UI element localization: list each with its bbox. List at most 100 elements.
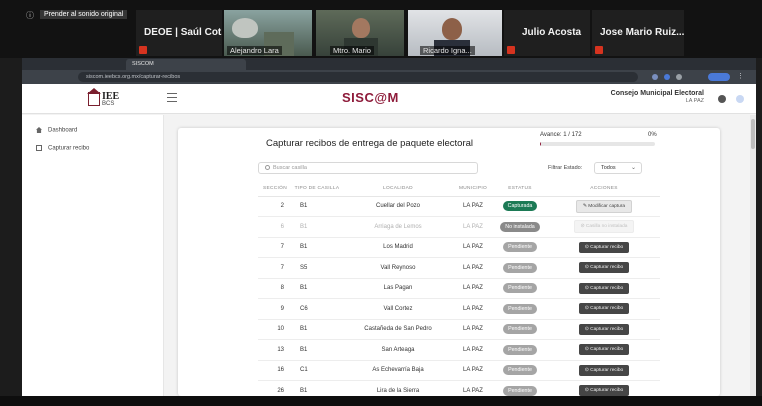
table-header-row: SECCIÓN TIPO DE CASILLA LOCALIDAD MUNICI…: [258, 182, 660, 197]
participant-video-tile[interactable]: Alejandro Lara: [224, 10, 312, 56]
cell-municipio: LA PAZ: [454, 196, 492, 217]
settings-icon[interactable]: [736, 95, 744, 103]
capture-button[interactable]: ⊙ Capturar recibo: [578, 241, 630, 253]
extension-icon[interactable]: [664, 74, 670, 80]
status-badge: Pendiente: [503, 283, 537, 294]
participant-tile[interactable]: Jose Mario Ruiz...: [592, 10, 684, 56]
user-icon[interactable]: [718, 95, 726, 103]
profile-chip[interactable]: [708, 73, 730, 81]
council-info: Consejo Municipal Electoral LA PAZ: [611, 90, 704, 104]
capture-button[interactable]: ⊙ Capturar recibo: [578, 323, 630, 335]
logo-house-icon: [88, 92, 100, 106]
table-row: 10 B1 Castañeda de San Pedro LA PAZ Pendient…: [258, 319, 660, 340]
filter-label: Filtrar Estado:: [548, 165, 583, 171]
info-icon[interactable]: ⓘ: [26, 10, 34, 21]
extension-icon[interactable]: [676, 74, 682, 80]
modify-button[interactable]: ✎ Modificar captura: [575, 199, 633, 213]
zoom-toolbar: [0, 396, 762, 406]
progress-percent: 0%: [648, 132, 657, 138]
participant-tile[interactable]: DEOE | Saúl Cot...: [136, 10, 222, 56]
column-header[interactable]: ACCIONES: [548, 182, 660, 197]
cell-tipo: B1: [292, 196, 342, 217]
video-face: [352, 18, 370, 38]
iee-logo[interactable]: IEE BCS: [87, 88, 120, 110]
table-row: 9 C6 Vall Cortez LA PAZ Pendiente ⊙ Capturar …: [258, 298, 660, 320]
participant-video-tile[interactable]: Ricardo Igna...: [408, 10, 502, 56]
cell-municipio: LA PAZ: [454, 380, 492, 396]
participant-tile[interactable]: Julio Acosta: [504, 10, 590, 56]
menu-toggle-icon[interactable]: [167, 93, 177, 102]
cell-seccion: 9: [258, 298, 292, 320]
table-row: 2 B1 Cuellar del Pozo LA PAZ Capturada ✎ Modi…: [258, 196, 660, 217]
capture-button[interactable]: ⊙ Capturar recibo: [578, 303, 630, 315]
table-row: 26 B1 Lira de la Sierra LA PAZ Pendiente ⊙ Ca…: [258, 380, 660, 396]
original-sound-banner[interactable]: Prender al sonido original: [40, 10, 128, 19]
cell-tipo: C1: [292, 360, 342, 381]
button-label: Capturar recibo: [590, 306, 624, 312]
capture-button[interactable]: ⊙ Capturar recibo: [578, 344, 630, 356]
cell-municipio: LA PAZ: [454, 237, 492, 258]
app-header: IEE BCS SISC@M Consejo Municipal Elector…: [22, 84, 756, 114]
cell-acciones: ✎ Modificar captura: [548, 196, 660, 217]
cell-tipo: B1: [292, 380, 342, 396]
cell-localidad: Las Pagan: [342, 278, 454, 299]
status-badge: Pendiente: [503, 262, 537, 273]
progress-fill: [540, 142, 541, 146]
status-badge: Pendiente: [503, 344, 537, 355]
cell-seccion: 7: [258, 257, 292, 279]
document-icon: [36, 145, 42, 151]
column-header[interactable]: MUNICIPIO: [454, 182, 492, 197]
sidebar-item-label: Dashboard: [48, 127, 78, 134]
progress-label: Avance: 1 / 172: [540, 132, 582, 138]
button-label: Capturar recibo: [590, 347, 624, 353]
cell-seccion: 2: [258, 196, 292, 217]
mic-muted-icon: [595, 46, 603, 54]
cell-localidad: Los Madrid: [342, 237, 454, 258]
cell-acciones: ⊙ Capturar recibo: [548, 278, 660, 299]
column-header[interactable]: SECCIÓN: [258, 182, 292, 197]
app-brand: SISC@M: [342, 90, 399, 105]
cell-estatus: Pendiente: [492, 339, 548, 361]
shared-screen: SISCOM siscom.ieebcs.org.mx/capturar-rec…: [22, 58, 756, 396]
cell-tipo: B1: [292, 237, 342, 258]
cell-tipo: B1: [292, 278, 342, 299]
video-face: [442, 18, 462, 40]
status-badge: Pendiente: [503, 365, 537, 376]
participant-name: Ricardo Igna...: [420, 46, 475, 55]
capture-button[interactable]: ⊙ Capturar recibo: [578, 364, 630, 376]
status-badge: Pendiente: [503, 385, 537, 396]
cell-seccion: 16: [258, 360, 292, 381]
page-scrollbar[interactable]: [750, 115, 756, 396]
column-header[interactable]: TIPO DE CASILLA: [292, 182, 342, 197]
browser-tab[interactable]: SISCOM: [126, 59, 246, 70]
capture-button[interactable]: ⊙ Capturar recibo: [578, 282, 630, 294]
app-window: IEE BCS SISC@M Consejo Municipal Elector…: [22, 84, 756, 396]
sidebar-item-capturar[interactable]: Capturar recibo: [36, 145, 89, 152]
participant-video-tile[interactable]: Mtro. Mario: [316, 10, 404, 56]
capture-button[interactable]: ⊙ Capturar recibo: [578, 385, 630, 396]
column-header[interactable]: ESTATUS: [492, 182, 548, 197]
cell-municipio: LA PAZ: [454, 278, 492, 299]
capture-button[interactable]: ⊙ Capturar recibo: [578, 262, 630, 274]
extension-icon[interactable]: [652, 74, 658, 80]
sidebar-item-dashboard[interactable]: Dashboard: [36, 127, 77, 134]
cell-tipo: B1: [292, 339, 342, 361]
status-filter-select[interactable]: Todos ⌄: [594, 162, 642, 174]
address-bar[interactable]: siscom.ieebcs.org.mx/capturar-recibos: [78, 72, 638, 82]
cell-acciones: ⊙ Capturar recibo: [548, 339, 660, 361]
scrollbar-thumb[interactable]: [751, 119, 755, 149]
kebab-menu-icon[interactable]: ⋮: [737, 72, 744, 80]
cell-localidad: Cuellar del Pozo: [342, 196, 454, 217]
cell-tipo: C6: [292, 298, 342, 320]
participant-name: Julio Acosta: [522, 27, 582, 38]
button-label: Capturar recibo: [590, 265, 624, 271]
button-label: Capturar recibo: [590, 285, 624, 291]
button-label: Capturar recibo: [590, 244, 624, 250]
column-header[interactable]: LOCALIDAD: [342, 182, 454, 197]
search-input[interactable]: Buscar casilla: [258, 162, 478, 174]
logo-subtext: BCS: [102, 101, 115, 107]
cell-estatus: Pendiente: [492, 278, 548, 299]
participant-name: DEOE | Saúl Cot...: [144, 27, 222, 38]
participant-name: Mtro. Mario: [330, 46, 374, 55]
button-label: Capturar recibo: [590, 326, 624, 332]
